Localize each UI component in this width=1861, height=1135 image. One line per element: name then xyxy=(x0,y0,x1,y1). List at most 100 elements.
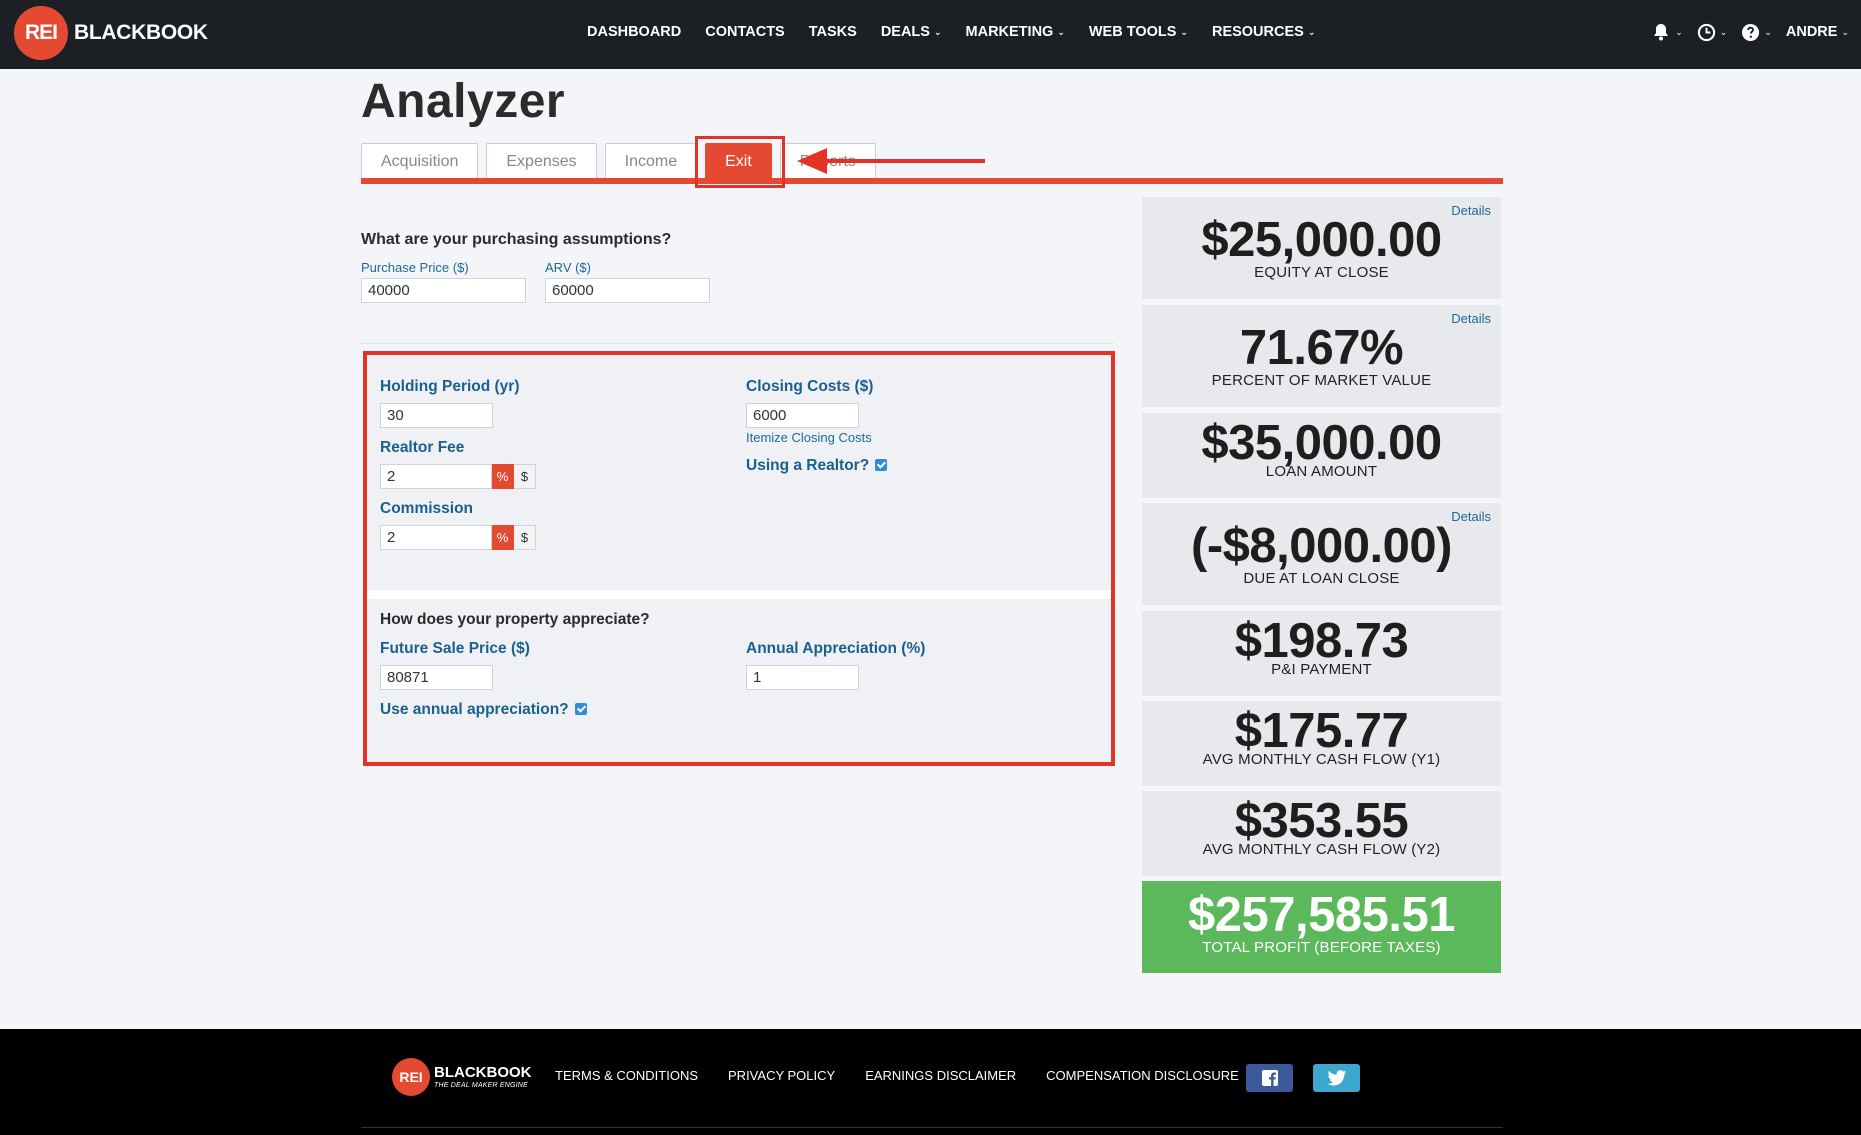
footer-link-privacy[interactable]: PRIVACY POLICY xyxy=(728,1068,835,1083)
annual-appreciation-label: Annual Appreciation (%) xyxy=(746,640,926,657)
purchase-price-label: Purchase Price ($) xyxy=(361,260,469,275)
stat-equity-at-close: Details $25,000.00 EQUITY AT CLOSE xyxy=(1142,197,1501,299)
chevron-down-icon: ⌄ xyxy=(1057,26,1065,37)
closing-costs-input[interactable]: 6000 xyxy=(746,403,859,428)
footer-rule xyxy=(361,1127,1503,1128)
nav-dashboard-label: DASHBOARD xyxy=(587,24,682,40)
commission-field: 2 % $ xyxy=(380,525,536,550)
page-title: Analyzer xyxy=(361,75,566,128)
stat-value: (-$8,000.00) xyxy=(1191,519,1452,573)
arv-label: ARV ($) xyxy=(545,260,591,275)
facebook-icon xyxy=(1261,1070,1278,1086)
main-nav: DASHBOARD CONTACTS TASKS DEALS ⌄ MARKETIN… xyxy=(587,0,1339,64)
nav-dashboard[interactable]: DASHBOARD xyxy=(587,24,681,40)
appreciation-question: How does your property appreciate? xyxy=(380,611,650,628)
logo-text: BLACKBOOK xyxy=(74,21,208,44)
annual-appreciation-input[interactable]: 1 xyxy=(746,665,859,690)
footer-logo[interactable]: REI BLACKBOOK THE DEAL MAKER ENGINE xyxy=(392,1058,532,1096)
nav-resources-label: RESOURCES xyxy=(1211,24,1304,40)
annotation-highlight-box xyxy=(695,136,785,188)
commission-label: Commission xyxy=(380,500,474,517)
help-button[interactable]: ⌄ xyxy=(1741,23,1772,42)
stat-caption: EQUITY AT CLOSE xyxy=(1254,264,1389,281)
tab-income[interactable]: Income xyxy=(604,143,698,179)
stat-caption: PERCENT OF MARKET VALUE xyxy=(1211,372,1432,389)
using-realtor-checkbox[interactable] xyxy=(875,458,888,471)
stat-caption: TOTAL PROFIT (BEFORE TAXES) xyxy=(1202,939,1441,956)
realtor-fee-label: Realtor Fee xyxy=(380,439,465,456)
panel-separator xyxy=(367,590,1111,599)
footer-link-earnings[interactable]: EARNINGS DISCLAIMER xyxy=(865,1068,1016,1083)
chevron-down-icon: ⌄ xyxy=(1764,26,1772,37)
tab-acquisition[interactable]: Acquisition xyxy=(361,143,479,179)
facebook-button[interactable] xyxy=(1246,1064,1293,1092)
footer-logo-text: BLACKBOOK THE DEAL MAKER ENGINE xyxy=(434,1065,532,1089)
nav-resources[interactable]: RESOURCES ⌄ xyxy=(1212,24,1315,40)
section-divider xyxy=(361,343,1114,344)
chevron-down-icon: ⌄ xyxy=(1307,26,1316,37)
tab-expenses[interactable]: Expenses xyxy=(486,143,597,179)
nav-deals-label: DEALS xyxy=(880,24,930,40)
chevron-down-icon: ⌄ xyxy=(1841,26,1849,37)
closing-costs-label: Closing Costs ($) xyxy=(746,378,874,395)
use-annual-appreciation-text: Use annual appreciation? xyxy=(380,701,569,718)
top-navbar: REI BLACKBOOK DASHBOARD CONTACTS TASKS D… xyxy=(0,0,1861,69)
stat-value: $25,000.00 xyxy=(1201,213,1442,267)
realtor-fee-input[interactable]: 2 xyxy=(380,464,492,489)
commission-input[interactable]: 2 xyxy=(380,525,492,550)
purchase-price-input[interactable]: 40000 xyxy=(361,278,526,303)
nav-deals[interactable]: DEALS ⌄ xyxy=(881,24,942,40)
stat-total-profit: $257,585.51 TOTAL PROFIT (BEFORE TAXES) xyxy=(1142,881,1501,973)
user-menu[interactable]: ANDRE ⌄ xyxy=(1786,24,1849,40)
nav-web-tools-label: WEB TOOLS xyxy=(1088,24,1177,40)
twitter-icon xyxy=(1327,1069,1346,1085)
stat-due-at-loan-close: Details (-$8,000.00) DUE AT LOAN CLOSE xyxy=(1142,503,1501,605)
annotation-arrow-icon xyxy=(797,148,985,174)
future-sale-price-input[interactable]: 80871 xyxy=(380,665,493,690)
footer-links: TERMS & CONDITIONS PRIVACY POLICY EARNIN… xyxy=(555,1068,1269,1083)
stat-caption: LOAN AMOUNT xyxy=(1265,463,1378,480)
nav-contacts[interactable]: CONTACTS xyxy=(705,24,784,40)
nav-web-tools[interactable]: WEB TOOLS ⌄ xyxy=(1089,24,1188,40)
itemize-closing-costs-link[interactable]: Itemize Closing Costs xyxy=(746,430,872,445)
realtor-fee-percent-toggle[interactable]: % xyxy=(492,464,514,489)
stat-pi-payment: $198.73 P&I PAYMENT xyxy=(1142,611,1501,696)
stat-caption: AVG MONTHLY CASH FLOW (Y2) xyxy=(1202,841,1441,858)
twitter-button[interactable] xyxy=(1313,1064,1360,1092)
arv-input[interactable]: 60000 xyxy=(545,278,710,303)
future-sale-price-label: Future Sale Price ($) xyxy=(380,640,530,657)
stat-caption: P&I PAYMENT xyxy=(1271,661,1372,678)
nav-tasks-label: TASKS xyxy=(808,24,857,40)
commission-percent-toggle[interactable]: % xyxy=(492,525,514,550)
holding-period-label: Holding Period (yr) xyxy=(380,378,520,395)
nav-marketing-label: MARKETING xyxy=(965,24,1054,40)
nav-marketing[interactable]: MARKETING ⌄ xyxy=(966,24,1065,40)
help-icon xyxy=(1742,23,1760,41)
chevron-down-icon: ⌄ xyxy=(1675,26,1683,37)
stat-cash-flow-y1: $175.77 AVG MONTHLY CASH FLOW (Y1) xyxy=(1142,701,1501,786)
footer-logo-badge: REI xyxy=(392,1058,430,1096)
using-realtor-label: Using a Realtor? xyxy=(746,457,888,475)
chevron-down-icon: ⌄ xyxy=(1719,26,1728,37)
use-annual-appreciation-label: Use annual appreciation? xyxy=(380,701,587,719)
notifications-button[interactable]: ⌄ xyxy=(1651,22,1683,42)
holding-period-input[interactable]: 30 xyxy=(380,403,493,428)
clock-icon xyxy=(1697,23,1715,41)
purchasing-question: What are your purchasing assumptions? xyxy=(361,231,672,248)
using-realtor-text: Using a Realtor? xyxy=(746,457,870,474)
footer-brand-name: BLACKBOOK xyxy=(434,1064,532,1081)
use-annual-appreciation-checkbox[interactable] xyxy=(574,702,587,715)
brand-logo[interactable]: REI BLACKBOOK xyxy=(14,6,208,60)
footer-link-compensation[interactable]: COMPENSATION DISCLOSURE xyxy=(1046,1068,1239,1083)
stat-value: 71.67% xyxy=(1239,321,1404,375)
commission-dollar-toggle[interactable]: $ xyxy=(514,525,536,550)
user-name: ANDRE xyxy=(1785,24,1838,40)
user-menu-area: ⌄ ⌄ ⌄ ANDRE ⌄ xyxy=(1637,0,1849,64)
footer-tagline: THE DEAL MAKER ENGINE xyxy=(434,1082,528,1089)
footer-link-terms[interactable]: TERMS & CONDITIONS xyxy=(555,1068,698,1083)
chevron-down-icon: ⌄ xyxy=(933,26,942,37)
recent-activity-button[interactable]: ⌄ xyxy=(1697,23,1728,42)
realtor-fee-dollar-toggle[interactable]: $ xyxy=(514,464,536,489)
stat-caption: DUE AT LOAN CLOSE xyxy=(1243,570,1400,587)
nav-tasks[interactable]: TASKS xyxy=(809,24,857,40)
